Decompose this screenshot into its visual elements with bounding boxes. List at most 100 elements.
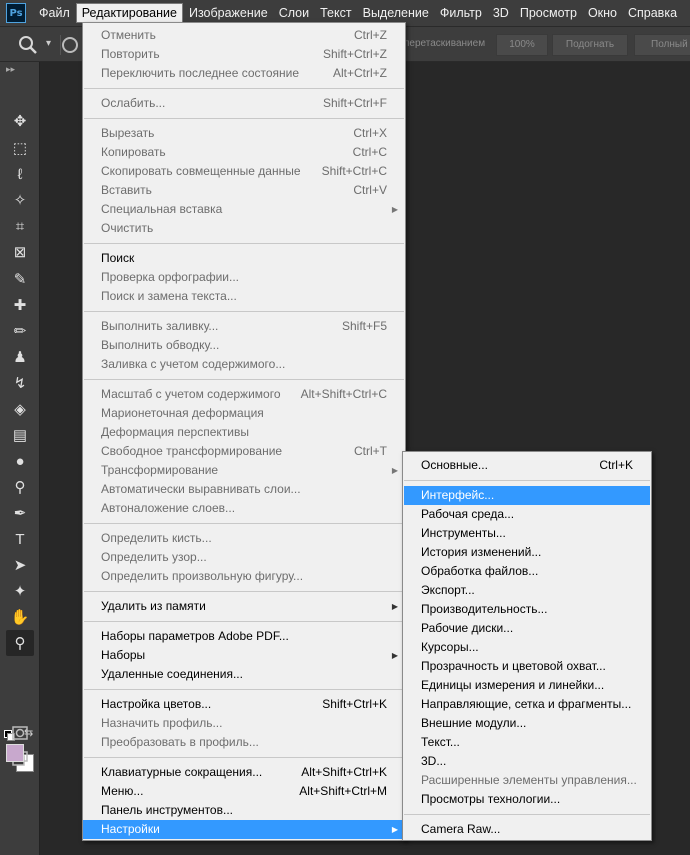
zoom-in-icon[interactable] (62, 37, 78, 53)
menu-item[interactable]: Экспорт... (403, 581, 651, 600)
menu-item[interactable]: Заливка с учетом содержимого... (83, 355, 405, 374)
lasso-tool-icon[interactable]: ℓ (6, 161, 34, 187)
move-tool-icon[interactable]: ✥ (6, 108, 34, 134)
menu-item[interactable]: Меню... Alt+Shift+Ctrl+M (83, 782, 405, 801)
clone-stamp-tool-icon[interactable]: ♟ (6, 344, 34, 370)
menu-item[interactable]: Обработка файлов... (403, 562, 651, 581)
dodge-tool-icon[interactable]: ⚲ (6, 474, 34, 500)
foreground-color-swatch[interactable] (6, 744, 24, 762)
marquee-tool-icon[interactable]: ⬚ (6, 135, 34, 161)
blur-tool-icon[interactable]: ● (6, 448, 34, 474)
panel-collapse-icon[interactable]: ▸▸ (6, 64, 15, 75)
menu-item[interactable]: Автоналожение слоев... (83, 499, 405, 518)
eyedropper-tool-icon[interactable]: ✎ (6, 266, 34, 292)
menubar-item[interactable]: Окно (583, 3, 622, 23)
menu-item[interactable]: Выполнить заливку... Shift+F5 (83, 317, 405, 336)
menu-item[interactable]: Интерфейс... (404, 486, 650, 505)
menu-item[interactable]: Отменить Ctrl+Z (83, 26, 405, 45)
menu-separator (404, 814, 650, 815)
menubar-item[interactable]: Фильтр (435, 3, 487, 23)
menu-item[interactable]: Назначить профиль... (83, 714, 405, 733)
menubar-item[interactable]: Справка (623, 3, 682, 23)
menu-item[interactable]: Курсоры... (403, 638, 651, 657)
menubar-item[interactable]: Выделение (358, 3, 434, 23)
menu-item[interactable]: Наборы ▶ (83, 646, 405, 665)
menu-item-label: Очистить (101, 221, 154, 235)
menu-item[interactable]: Определить кисть... (83, 529, 405, 548)
menubar-item[interactable]: Слои (274, 3, 314, 23)
menu-item[interactable]: Поиск (83, 249, 405, 268)
menu-item[interactable]: 3D... (403, 752, 651, 771)
menu-item[interactable]: Инструменты... (403, 524, 651, 543)
menu-item[interactable]: Расширенные элементы управления... (403, 771, 651, 790)
crop-tool-icon[interactable]: ⌗ (6, 213, 34, 239)
menu-item[interactable]: Повторить Shift+Ctrl+Z (83, 45, 405, 64)
menu-item[interactable]: Определить произвольную фигуру... (83, 567, 405, 586)
menu-item-label: Определить произвольную фигуру... (101, 569, 304, 583)
hand-tool-icon[interactable]: ✋ (6, 604, 34, 630)
menu-item[interactable]: Переключить последнее состояние Alt+Ctrl+… (83, 64, 405, 83)
brush-tool-icon[interactable]: ✏ (6, 318, 34, 344)
menu-item[interactable]: Выполнить обводку... (83, 336, 405, 355)
pen-tool-icon[interactable]: ✒ (6, 500, 34, 526)
zoom-tool-icon[interactable]: ⚲ (6, 630, 34, 656)
menu-item[interactable]: Настройки ▶ (83, 820, 405, 839)
quick-mask-icon[interactable] (6, 720, 34, 746)
fill-screen-button[interactable]: Полный (634, 34, 690, 56)
menubar-item[interactable]: Редактирование (75, 3, 183, 23)
menu-item[interactable]: Основные... Ctrl+K (403, 456, 651, 475)
menu-item[interactable]: Единицы измерения и линейки... (403, 676, 651, 695)
menu-item[interactable]: Camera Raw... (403, 820, 651, 839)
shape-tool-icon[interactable]: ✦ (6, 578, 34, 604)
menu-item[interactable]: Поиск и замена текста... (83, 287, 405, 306)
menu-item[interactable]: Вставить Ctrl+V (83, 181, 405, 200)
menu-item[interactable]: Панель инструментов... (83, 801, 405, 820)
menu-item[interactable]: Определить узор... (83, 548, 405, 567)
menu-item[interactable]: Масштаб с учетом содержимого Alt+Shift+Ct… (83, 385, 405, 404)
path-selection-tool-icon[interactable]: ➤ (6, 552, 34, 578)
magic-wand-tool-icon[interactable]: ✧ (6, 187, 34, 213)
fit-screen-button[interactable]: Подогнать (552, 34, 628, 56)
menu-item[interactable]: Специальная вставка ▶ (83, 200, 405, 219)
menu-item[interactable]: Марионеточная деформация (83, 404, 405, 423)
zoom-100-button[interactable]: 100% (496, 34, 548, 56)
menu-item[interactable]: Автоматически выравнивать слои... (83, 480, 405, 499)
menu-item[interactable]: Очистить (83, 219, 405, 238)
type-tool-icon[interactable]: T (6, 526, 34, 552)
history-brush-tool-icon[interactable]: ↯ (6, 370, 34, 396)
menu-item[interactable]: Просмотры технологии... (403, 790, 651, 809)
chevron-down-icon[interactable]: ▾ (46, 38, 51, 49)
healing-brush-tool-icon[interactable]: ✚ (6, 292, 34, 318)
gradient-tool-icon[interactable]: ▤ (6, 422, 34, 448)
menu-item[interactable]: Производительность... (403, 600, 651, 619)
menu-item[interactable]: Деформация перспективы (83, 423, 405, 442)
menu-item[interactable]: Трансформирование ▶ (83, 461, 405, 480)
menubar-item[interactable]: Изображение (184, 3, 273, 23)
menubar-item[interactable]: Просмотр (515, 3, 582, 23)
eraser-tool-icon[interactable]: ◈ (6, 396, 34, 422)
menu-item[interactable]: Копировать Ctrl+C (83, 143, 405, 162)
menu-item[interactable]: Проверка орфографии... (83, 268, 405, 287)
menu-item[interactable]: Рабочие диски... (403, 619, 651, 638)
menu-item[interactable]: Ослабить... Shift+Ctrl+F (83, 94, 405, 113)
menubar-item[interactable]: 3D (488, 3, 514, 23)
menubar-item[interactable]: Текст (315, 3, 356, 23)
menu-item[interactable]: Прозрачность и цветовой охват... (403, 657, 651, 676)
menu-item[interactable]: Удалить из памяти ▶ (83, 597, 405, 616)
menu-item[interactable]: Рабочая среда... (403, 505, 651, 524)
menu-item[interactable]: Вырезать Ctrl+X (83, 124, 405, 143)
menu-item[interactable]: Наборы параметров Adobe PDF... (83, 627, 405, 646)
menu-item[interactable]: Свободное трансформирование Ctrl+T (83, 442, 405, 461)
zoom-preset-icon[interactable] (18, 35, 44, 57)
frame-tool-icon[interactable]: ⊠ (6, 239, 34, 265)
menu-item[interactable]: Удаленные соединения... (83, 665, 405, 684)
menu-item[interactable]: Настройка цветов... Shift+Ctrl+K (83, 695, 405, 714)
menu-item[interactable]: Клавиатурные сокращения... Alt+Shift+Ctrl… (83, 763, 405, 782)
menu-item[interactable]: Внешние модули... (403, 714, 651, 733)
menu-item[interactable]: Направляющие, сетка и фрагменты... (403, 695, 651, 714)
menu-item[interactable]: Текст... (403, 733, 651, 752)
menubar-item[interactable]: Файл (34, 3, 75, 23)
menu-item[interactable]: Преобразовать в профиль... (83, 733, 405, 752)
menu-item[interactable]: Скопировать совмещенные данные Shift+Ctrl… (83, 162, 405, 181)
menu-item[interactable]: История изменений... (403, 543, 651, 562)
